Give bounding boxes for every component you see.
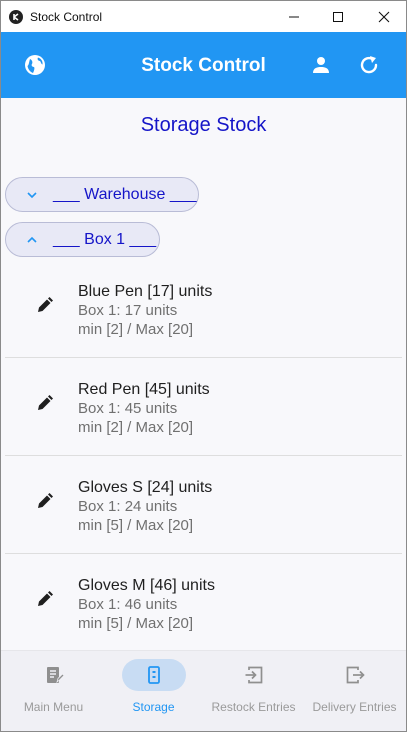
chevron-down-icon bbox=[27, 191, 37, 198]
item-location: Box 1: 45 units bbox=[78, 400, 178, 417]
item-location: Box 1: 46 units bbox=[78, 596, 178, 613]
item-title: Gloves S [24] units bbox=[78, 479, 213, 496]
warehouse-group-toggle[interactable]: ___ Warehouse ___ bbox=[5, 177, 199, 212]
nav-delivery-entries-label: Delivery Entries bbox=[312, 700, 397, 714]
close-icon bbox=[378, 11, 390, 22]
item-title: Blue Pen [17] units bbox=[78, 283, 213, 300]
edit-item-button[interactable] bbox=[35, 295, 55, 315]
maximize-icon bbox=[333, 11, 343, 22]
stock-item[interactable]: Red Pen [45] units Box 1: 45 units min [… bbox=[5, 358, 402, 456]
stock-item[interactable]: Gloves S [24] units Box 1: 24 units min … bbox=[5, 456, 402, 554]
pen-icon bbox=[38, 493, 53, 508]
window-title: Stock Control bbox=[30, 9, 103, 24]
app-window: Stock Control Stock Control Storage Stoc… bbox=[0, 0, 407, 732]
delivery-icon bbox=[346, 666, 365, 684]
person-icon bbox=[313, 57, 329, 73]
section-title: Storage Stock bbox=[140, 114, 267, 136]
nav-storage[interactable]: Storage bbox=[103, 651, 204, 731]
item-limits: min [5] / Max [20] bbox=[78, 517, 194, 534]
nav-storage-label: Storage bbox=[132, 700, 175, 714]
restock-icon bbox=[245, 666, 262, 684]
edit-item-button[interactable] bbox=[35, 491, 55, 511]
nav-restock-entries[interactable]: Restock Entries bbox=[203, 651, 304, 731]
item-location: Box 1: 24 units bbox=[78, 498, 178, 515]
inventory-icon bbox=[46, 667, 65, 684]
stock-item-list: Blue Pen [17] units Box 1: 17 units min … bbox=[5, 260, 402, 650]
item-title: Red Pen [45] units bbox=[78, 381, 210, 398]
globe-icon bbox=[25, 55, 45, 75]
edit-item-button[interactable] bbox=[35, 393, 55, 413]
minimize-button[interactable] bbox=[271, 1, 317, 32]
nav-active-indicator bbox=[121, 659, 186, 691]
chevron-up-icon bbox=[27, 236, 37, 243]
nav-delivery-entries[interactable]: Delivery Entries bbox=[304, 651, 405, 731]
account-button[interactable] bbox=[309, 53, 333, 77]
box-group-label: ___ Box 1 ___ bbox=[53, 230, 157, 248]
pen-icon bbox=[38, 297, 53, 312]
nav-main-menu[interactable]: Main Menu bbox=[3, 651, 104, 731]
item-location: Box 1: 17 units bbox=[78, 302, 178, 319]
window-titlebar[interactable]: Stock Control bbox=[1, 1, 406, 32]
app-logo-icon bbox=[9, 9, 23, 24]
pen-icon bbox=[38, 395, 53, 410]
nav-main-menu-label: Main Menu bbox=[23, 700, 84, 714]
item-limits: min [5] / Max [20] bbox=[78, 615, 194, 632]
warehouse-group-label: ___ Warehouse ___ bbox=[53, 185, 197, 203]
edit-item-button[interactable] bbox=[35, 589, 55, 609]
stock-item[interactable]: Gloves M [46] units Box 1: 46 units min … bbox=[5, 554, 402, 650]
stock-item[interactable]: Blue Pen [17] units Box 1: 17 units min … bbox=[5, 260, 402, 358]
close-button[interactable] bbox=[361, 1, 406, 32]
refresh-icon bbox=[360, 56, 378, 74]
refresh-button[interactable] bbox=[357, 53, 381, 77]
maximize-button[interactable] bbox=[315, 1, 361, 32]
item-limits: min [2] / Max [20] bbox=[78, 321, 194, 338]
app-bar: Stock Control bbox=[1, 32, 406, 98]
item-limits: min [2] / Max [20] bbox=[78, 419, 194, 436]
nav-restock-entries-label: Restock Entries bbox=[211, 700, 296, 714]
storage-content[interactable]: Storage Stock ___ Warehouse ___ ___ Box … bbox=[1, 98, 406, 650]
pen-icon bbox=[38, 591, 53, 606]
language-button[interactable] bbox=[23, 53, 47, 77]
item-title: Gloves M [46] units bbox=[78, 577, 215, 594]
bottom-navigation: Main Menu Storage Restock Entries Delive… bbox=[1, 650, 406, 731]
app-title: Stock Control bbox=[141, 55, 266, 76]
box-group-toggle[interactable]: ___ Box 1 ___ bbox=[5, 222, 160, 257]
storage-icon bbox=[147, 666, 160, 684]
minimize-icon bbox=[289, 16, 299, 17]
